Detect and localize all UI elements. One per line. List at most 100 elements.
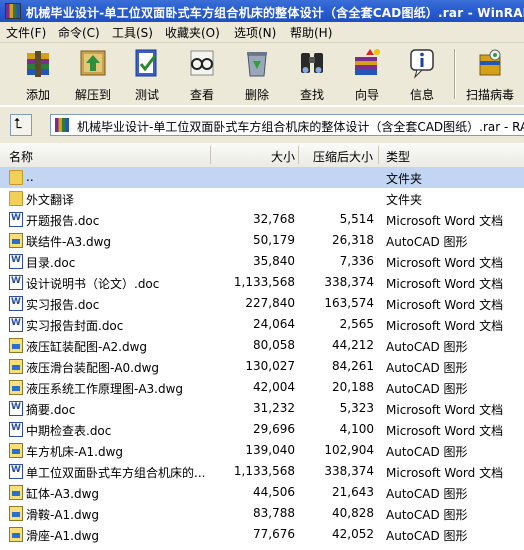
- file-name: 液压系统工作原理图-A3.dwg: [26, 382, 184, 396]
- wizard-icon: [355, 49, 380, 75]
- file-type: Microsoft Word 文档: [386, 214, 504, 228]
- column-size[interactable]: 大小: [271, 148, 295, 165]
- word-document-icon: [9, 296, 23, 311]
- scan-virus-label: 扫描病毒: [465, 88, 514, 102]
- file-row[interactable]: 液压系统工作原理图-A3.dwg 42,004 20,188 AutoCAD 图形: [0, 377, 524, 398]
- file-size: 130,027: [245, 359, 295, 373]
- file-type: AutoCAD 图形: [386, 235, 468, 249]
- file-type: Microsoft Word 文档: [386, 424, 504, 438]
- file-row[interactable]: 中期检查表.doc 29,696 4,100 Microsoft Word 文档: [0, 419, 524, 440]
- find-label: 查找: [299, 88, 324, 102]
- file-list[interactable]: 名称 大小 压缩后大小 类型 .. 文件夹外文翻译文件夹开题报告.doc 32,76…: [0, 143, 524, 550]
- file-packed-size: 102,904: [324, 443, 374, 457]
- file-row[interactable]: 联结件-A3.dwg 50,179 26,318 AutoCAD 图形: [0, 230, 524, 251]
- menu-options[interactable]: 选项(N): [234, 24, 276, 41]
- file-packed-size: 5,323: [339, 401, 374, 415]
- file-packed-size: 2,565: [339, 317, 374, 331]
- file-row[interactable]: .. 文件夹: [0, 167, 524, 188]
- file-row[interactable]: 滑鞍-A1.dwg 83,788 40,828 AutoCAD 图形: [0, 503, 524, 524]
- file-packed-size: 26,318: [332, 233, 374, 247]
- file-packed-size: 20,188: [332, 380, 374, 394]
- delete-button[interactable]: 删除: [231, 45, 283, 103]
- file-type: Microsoft Word 文档: [386, 319, 504, 333]
- file-type: 文件夹: [386, 172, 423, 186]
- info-button[interactable]: 信息: [396, 45, 448, 103]
- find-button[interactable]: 查找: [286, 45, 338, 103]
- virus-scan-icon: [479, 49, 501, 76]
- file-name: 实习报告封面.doc: [26, 319, 124, 333]
- binoculars-icon: [301, 53, 323, 73]
- menu-favorites[interactable]: 收藏夹(O): [165, 24, 220, 41]
- file-name: 缸体-A3.dwg: [26, 487, 100, 501]
- wizard-button[interactable]: 向导: [341, 45, 393, 103]
- archive-path-field[interactable]: 机械毕业设计-单工位双面卧式车方组合机床的整体设计（含全套CAD图纸）.rar …: [50, 114, 524, 136]
- test-icon: [135, 49, 157, 77]
- menu-tools[interactable]: 工具(S): [112, 24, 153, 41]
- file-size: 227,840: [245, 296, 295, 310]
- file-row[interactable]: 单工位双面卧式车方组合机床的... 1,133,568 338,374 Microso…: [0, 461, 524, 482]
- menu-help[interactable]: 帮助(H): [290, 24, 332, 41]
- word-document-icon: [9, 212, 23, 227]
- file-row[interactable]: 实习报告.doc 227,840 163,574 Microsoft Word 文档: [0, 293, 524, 314]
- file-size: 24,064: [253, 317, 295, 331]
- file-name: 外文翻译: [26, 193, 75, 207]
- menu-bar: 文件(F) 命令(C) 工具(S) 收藏夹(O) 选项(N) 帮助(H): [0, 22, 524, 43]
- file-size: 44,506: [253, 485, 295, 499]
- file-type: Microsoft Word 文档: [386, 277, 504, 291]
- file-name: 目录.doc: [26, 256, 76, 270]
- window-title: 机械毕业设计-单工位双面卧式车方组合机床的整体设计（含全套CAD图纸）.rar …: [26, 6, 524, 20]
- toolbar-separator: [454, 49, 456, 99]
- file-row[interactable]: 设计说明书（论文）.doc 1,133,568 338,374 Microsoft W…: [0, 272, 524, 293]
- view-glasses-icon: [190, 50, 214, 76]
- file-row[interactable]: 液压缸装配图-A2.dwg 80,058 44,212 AutoCAD 图形: [0, 335, 524, 356]
- file-type: AutoCAD 图形: [386, 445, 468, 459]
- menu-file[interactable]: 文件(F): [6, 24, 46, 41]
- file-row[interactable]: 摘要.doc 31,232 5,323 Microsoft Word 文档: [0, 398, 524, 419]
- winrar-app-icon: [5, 3, 21, 19]
- file-packed-size: 163,574: [324, 296, 374, 310]
- word-document-icon: [9, 401, 23, 416]
- file-packed-size: 5,514: [339, 212, 374, 226]
- file-size: 32,768: [253, 212, 295, 226]
- file-size: 1,133,568: [233, 275, 295, 289]
- file-name: 滑座-A1.dwg: [26, 529, 100, 543]
- file-row[interactable]: 液压滑台装配图-A0.dwg 130,027 84,261 AutoCAD 图形: [0, 356, 524, 377]
- column-divider[interactable]: [298, 146, 299, 164]
- column-name[interactable]: 名称: [9, 148, 33, 165]
- file-name: 滑鞍-A1.dwg: [26, 508, 100, 522]
- file-packed-size: 7,336: [339, 254, 374, 268]
- view-button[interactable]: 查看: [176, 45, 228, 103]
- file-packed-size: 40,828: [332, 506, 374, 520]
- column-type[interactable]: 类型: [386, 148, 410, 165]
- add-button[interactable]: 添加: [12, 45, 64, 103]
- file-packed-size: 21,643: [332, 485, 374, 499]
- delete-label: 删除: [244, 88, 269, 102]
- column-packed[interactable]: 压缩后大小: [313, 148, 373, 165]
- word-document-icon: [9, 317, 23, 332]
- file-size: 80,058: [253, 338, 295, 352]
- file-type: AutoCAD 图形: [386, 529, 468, 543]
- file-packed-size: 42,052: [332, 527, 374, 541]
- file-row[interactable]: 缸体-A3.dwg 44,506 21,643 AutoCAD 图形: [0, 482, 524, 503]
- file-row[interactable]: 实习报告封面.doc 24,064 2,565 Microsoft Word 文档: [0, 314, 524, 335]
- file-type: Microsoft Word 文档: [386, 256, 504, 270]
- file-row[interactable]: 车方机床-A1.dwg 139,040 102,904 AutoCAD 图形: [0, 440, 524, 461]
- file-name: 开题报告.doc: [26, 214, 100, 228]
- extract-to-button[interactable]: 解压到: [67, 45, 119, 103]
- file-row[interactable]: 开题报告.doc 32,768 5,514 Microsoft Word 文档: [0, 209, 524, 230]
- file-row[interactable]: 目录.doc 35,840 7,336 Microsoft Word 文档: [0, 251, 524, 272]
- up-folder-button[interactable]: ⮤: [10, 114, 32, 136]
- column-divider[interactable]: [378, 146, 379, 164]
- scan-virus-button[interactable]: 扫描病毒: [462, 45, 518, 103]
- menu-commands[interactable]: 命令(C): [58, 24, 100, 41]
- file-size: 1,133,568: [233, 464, 295, 478]
- file-type: AutoCAD 图形: [386, 340, 468, 354]
- file-row[interactable]: 外文翻译 文件夹: [0, 188, 524, 209]
- file-row[interactable]: 滑座-A1.dwg 77,676 42,052 AutoCAD 图形: [0, 524, 524, 545]
- column-divider[interactable]: [210, 146, 211, 164]
- autocad-drawing-icon: [9, 338, 23, 353]
- file-name: ..: [26, 170, 34, 184]
- autocad-drawing-icon: [9, 485, 23, 500]
- test-button[interactable]: 测试: [121, 45, 173, 103]
- file-size: 50,179: [253, 233, 295, 247]
